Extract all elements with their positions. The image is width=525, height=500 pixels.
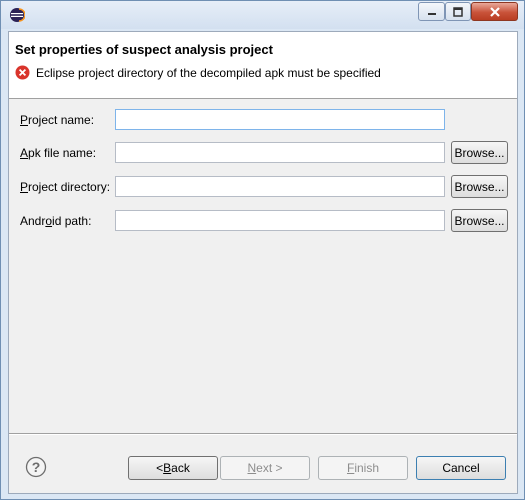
close-button[interactable] [471,2,518,21]
maximize-button[interactable] [445,2,471,21]
android-path-label: Android path: [20,214,92,228]
svg-text:?: ? [32,459,41,475]
project-directory-input[interactable] [115,176,445,197]
project-directory-row: Project directory: Browse... [9,175,517,198]
wizard-header: Set properties of suspect analysis proje… [9,32,517,99]
back-button[interactable]: < Back [128,456,218,480]
project-name-label: Project name: [20,113,95,127]
title-bar[interactable] [1,1,524,29]
dialog-client-area: Set properties of suspect analysis proje… [8,31,518,494]
error-message: Eclipse project directory of the decompi… [36,65,381,80]
android-path-input[interactable] [115,210,445,231]
apk-browse-button[interactable]: Browse... [451,141,508,164]
close-icon [489,6,500,17]
apk-file-name-row: Apk file name: Browse... [9,141,517,164]
apk-file-name-label: Apk file name: [20,146,97,160]
project-directory-browse-button[interactable]: Browse... [451,175,508,198]
dialog-window: Set properties of suspect analysis proje… [0,0,525,500]
apk-file-name-input[interactable] [115,142,445,163]
maximize-icon [453,6,463,17]
error-message-row: Eclipse project directory of the decompi… [15,65,381,80]
help-icon[interactable]: ? [25,456,47,478]
minimize-icon [427,12,436,15]
finish-button[interactable]: Finish [318,456,408,480]
footer-separator [9,433,517,435]
next-button[interactable]: Next > [220,456,310,480]
cancel-button[interactable]: Cancel [416,456,506,480]
error-icon [15,65,30,80]
android-path-browse-button[interactable]: Browse... [451,209,508,232]
project-name-input[interactable] [115,109,445,130]
android-path-row: Android path: Browse... [9,209,517,232]
eclipse-app-icon [10,8,25,22]
project-directory-label: Project directory: [20,180,111,194]
wizard-title: Set properties of suspect analysis proje… [15,42,273,57]
project-name-row: Project name: [9,109,517,131]
minimize-button[interactable] [418,2,445,21]
